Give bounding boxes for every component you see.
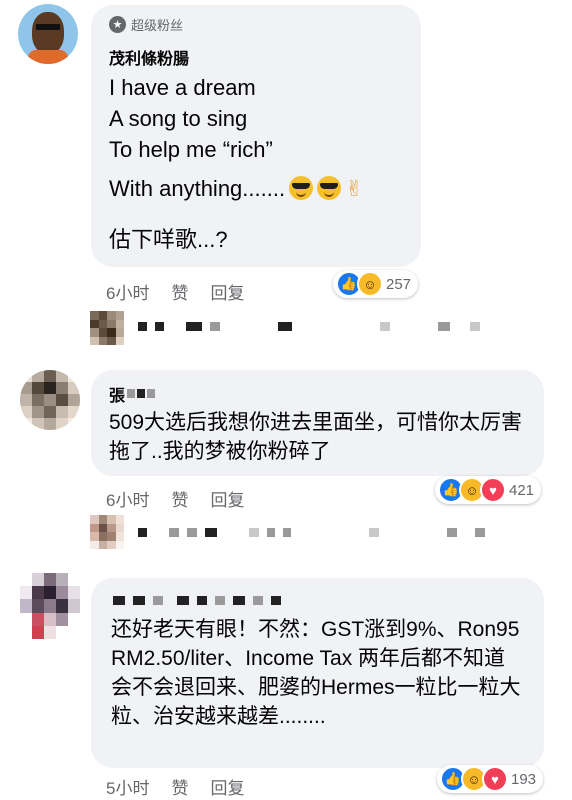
comment-actions: 6小时 赞 回复 <box>106 486 266 511</box>
comment-line: I have a dream <box>109 75 256 100</box>
comment-line: With anything....... ✌ <box>109 173 364 204</box>
like-button[interactable]: 赞 <box>171 774 188 799</box>
comment-line: 估下咩歌...? <box>109 227 228 252</box>
badge-label: 超级粉丝 <box>131 18 184 33</box>
pixelated-reply-preview[interactable] <box>138 524 493 542</box>
reaction-count: 193 <box>511 770 537 788</box>
comment-author[interactable]: 茂利條粉腸 <box>109 45 189 69</box>
author-visible-part: 張 <box>109 388 126 405</box>
reaction-summary[interactable]: 👍 ☺ ♥ 193 <box>437 765 544 793</box>
comment-bubble: ★ 超级粉丝 茂利條粉腸 I have a dream A song to si… <box>91 5 421 267</box>
commenter-avatar[interactable] <box>18 4 78 64</box>
comment-line: To help me “rich” <box>109 137 273 162</box>
love-reaction-icon: ♥ <box>482 766 508 792</box>
pixelated-reply-preview[interactable] <box>138 318 488 336</box>
sunglasses-emoji-icon <box>317 176 342 200</box>
comment-author[interactable]: 張 <box>109 382 163 406</box>
reply-avatar[interactable] <box>90 515 124 549</box>
reply-button[interactable]: 回复 <box>210 774 244 799</box>
comment-actions: 5小时 赞 回复 <box>106 774 266 799</box>
comment-text: 还好老天有眼！不然：GST涨到9%、Ron95 RM2.50/liter、Inc… <box>111 618 521 728</box>
top-fan-badge: ★ 超级粉丝 <box>109 15 183 34</box>
comment-timestamp[interactable]: 6小时 <box>106 279 149 304</box>
author-pixelated <box>127 385 163 403</box>
sunglasses-emoji-icon <box>289 176 314 200</box>
reaction-summary[interactable]: 👍 ☺ ♥ 421 <box>435 476 542 504</box>
haha-reaction-icon: ☺ <box>357 271 383 297</box>
comment-timestamp[interactable]: 6小时 <box>106 486 149 511</box>
comment-line-text: With anything....... <box>109 176 286 201</box>
comment-bubble: 張 509大选后我想你进去里面坐，可惜你太厉害拖了..我的梦被你粉碎了 <box>91 370 544 476</box>
comment-line: A song to sing <box>109 106 248 131</box>
reply-avatar[interactable] <box>90 311 124 345</box>
fan-badge-icon: ★ <box>109 16 126 33</box>
rock-hand-emoji-icon: ✌ <box>345 176 364 201</box>
commenter-avatar[interactable] <box>20 370 80 430</box>
love-reaction-icon: ♥ <box>480 477 506 503</box>
like-button[interactable]: 赞 <box>171 279 188 304</box>
comment-bubble: 还好老天有眼！不然：GST涨到9%、Ron95 RM2.50/liter、Inc… <box>91 578 544 768</box>
comment-author[interactable] <box>113 592 289 610</box>
reaction-count: 257 <box>386 275 412 293</box>
comment-actions: 6小时 赞 回复 <box>106 279 266 304</box>
reply-button[interactable]: 回复 <box>210 486 244 511</box>
reaction-count: 421 <box>509 481 535 499</box>
comment-timestamp[interactable]: 5小时 <box>106 774 149 799</box>
like-button[interactable]: 赞 <box>171 486 188 511</box>
reply-button[interactable]: 回复 <box>210 279 244 304</box>
commenter-avatar[interactable] <box>20 573 80 639</box>
comment-text: 509大选后我想你进去里面坐，可惜你太厉害拖了..我的梦被你粉碎了 <box>109 411 523 463</box>
reaction-summary[interactable]: 👍 ☺ 257 <box>333 270 419 298</box>
